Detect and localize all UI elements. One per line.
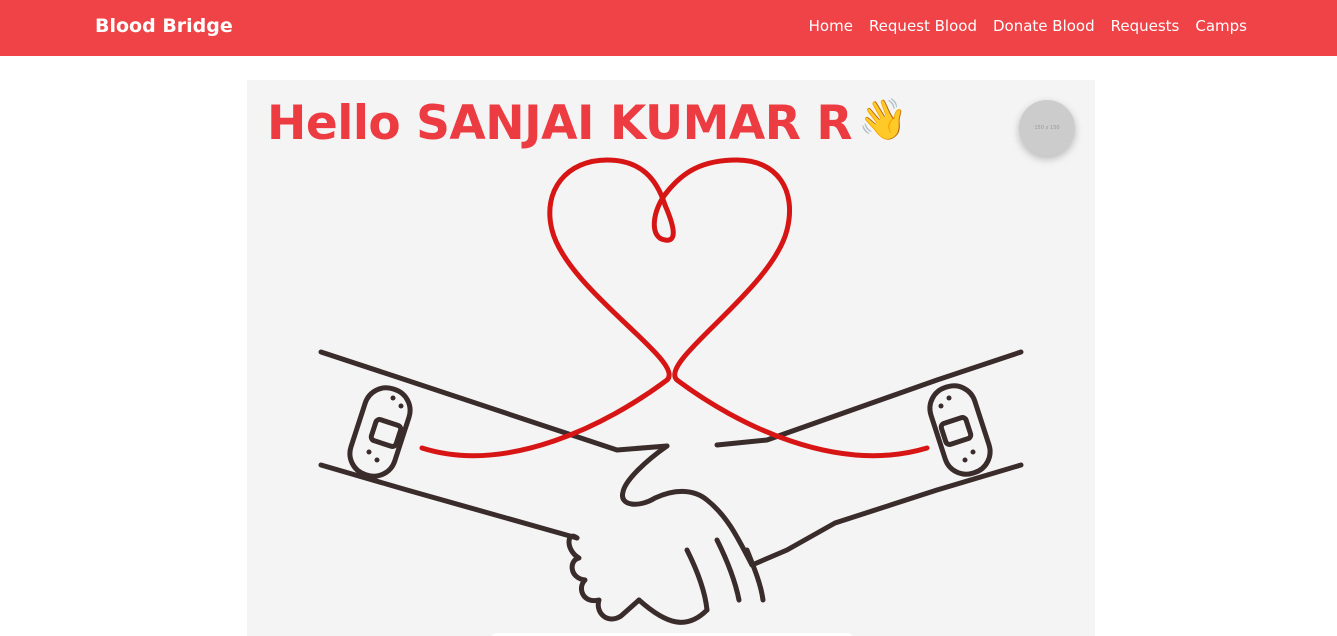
nav-link-camps[interactable]: Camps (1195, 17, 1247, 35)
waving-hand-icon: 👋 (858, 97, 908, 143)
nav-link-donate-blood[interactable]: Donate Blood (993, 17, 1095, 35)
hero-card: Hello SANJAI KUMAR R 👋 150 x 150 (247, 80, 1095, 636)
greeting-text: Hello SANJAI KUMAR R (267, 96, 853, 151)
nav-link-request-blood[interactable]: Request Blood (869, 17, 977, 35)
nav-link-requests[interactable]: Requests (1111, 17, 1180, 35)
top-navbar: Blood Bridge Home Request Blood Donate B… (0, 0, 1337, 56)
nav-links: Home Request Blood Donate Blood Requests… (809, 17, 1247, 35)
avatar-placeholder-label: 150 x 150 (1034, 125, 1060, 131)
greeting-heading: Hello SANJAI KUMAR R 👋 (267, 96, 908, 151)
brand-logo[interactable]: Blood Bridge (95, 15, 233, 37)
avatar[interactable]: 150 x 150 (1019, 100, 1075, 156)
heart-handshake-illustration (318, 157, 1024, 625)
nav-link-home[interactable]: Home (809, 17, 853, 35)
